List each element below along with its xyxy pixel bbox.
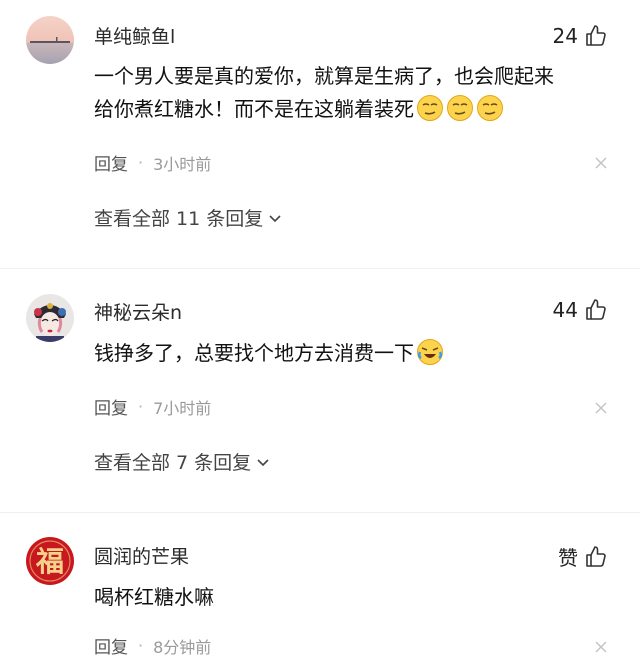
close-icon[interactable] xyxy=(594,401,608,415)
chevron-down-icon xyxy=(269,214,281,222)
separator-dot: · xyxy=(138,636,144,655)
like-count: 24 xyxy=(552,24,578,48)
like-label: 赞 xyxy=(558,546,578,570)
username[interactable]: 圆润的芒果 xyxy=(94,542,189,569)
like-button[interactable]: 赞 xyxy=(558,542,608,571)
divider xyxy=(0,512,640,513)
timestamp: 7小时前 xyxy=(153,398,212,418)
username[interactable]: 神秘云朵n xyxy=(94,298,182,325)
separator-dot: · xyxy=(138,153,144,172)
comment-meta: 回复 · 3小时前 xyxy=(94,150,211,175)
separator-dot: · xyxy=(138,397,144,416)
view-replies-label: 查看全部 7 条回复 xyxy=(94,452,252,474)
close-icon[interactable] xyxy=(594,640,608,654)
like-count: 44 xyxy=(552,298,578,322)
avatar[interactable] xyxy=(26,294,74,342)
smirk-emoji xyxy=(447,95,473,121)
thumbs-up-icon xyxy=(586,25,606,46)
timestamp: 3小时前 xyxy=(153,154,212,174)
reply-button[interactable]: 回复 xyxy=(94,150,128,175)
comment-text: 钱挣多了，总要找个地方去消费一下 xyxy=(94,337,564,370)
comment-meta: 回复 · 8分钟前 xyxy=(94,633,211,658)
avatar[interactable] xyxy=(26,16,74,64)
smirk-emoji xyxy=(417,95,443,121)
divider xyxy=(0,268,640,269)
comment-text: 一个男人要是真的爱你，就算是生病了，也会爬起来给你煮红糖水！而不是在这躺着装死 xyxy=(94,60,564,126)
smirk-emoji xyxy=(477,95,503,121)
avatar-fu-char: 福 xyxy=(35,545,64,578)
username[interactable]: 单纯鲸鱼l xyxy=(94,22,175,49)
comment-body: 喝杯红糖水嘛 xyxy=(94,585,214,609)
reply-button[interactable]: 回复 xyxy=(94,633,128,658)
like-button[interactable]: 24 xyxy=(553,24,608,48)
like-button[interactable]: 44 xyxy=(553,298,608,322)
reply-button[interactable]: 回复 xyxy=(94,394,128,419)
view-replies-button[interactable]: 查看全部 7 条回复 xyxy=(94,448,271,475)
chevron-down-icon xyxy=(257,458,269,466)
timestamp: 8分钟前 xyxy=(153,637,212,657)
close-icon[interactable] xyxy=(594,156,608,170)
comment-body: 钱挣多了，总要找个地方去消费一下 xyxy=(94,341,414,365)
thumbs-up-icon xyxy=(586,545,606,567)
comment-text: 喝杯红糖水嘛 xyxy=(94,581,564,614)
view-replies-label: 查看全部 11 条回复 xyxy=(94,208,264,230)
avatar[interactable]: 福 xyxy=(26,537,74,585)
view-replies-button[interactable]: 查看全部 11 条回复 xyxy=(94,204,283,231)
thumbs-up-icon xyxy=(586,299,606,320)
comment-meta: 回复 · 7小时前 xyxy=(94,394,211,419)
laughing-crying-emoji xyxy=(417,339,443,365)
